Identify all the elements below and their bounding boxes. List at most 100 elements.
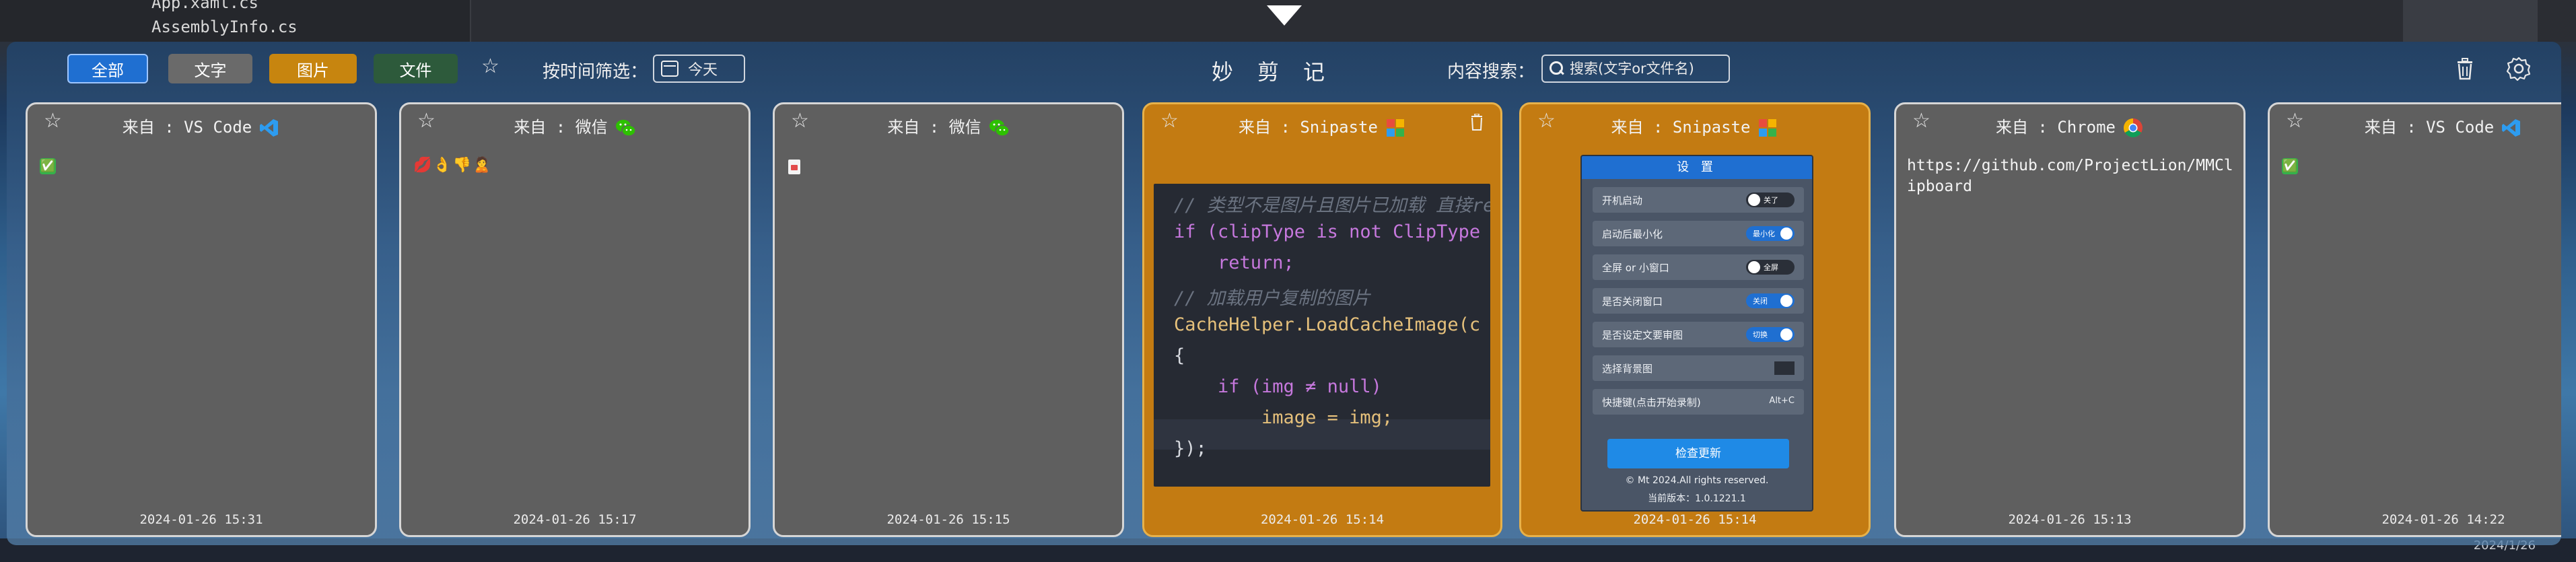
app-title: 妙剪记: [1212, 59, 1350, 85]
trash-icon: [2458, 58, 2472, 80]
code-line: // 加载用户复制的图片: [1174, 288, 1370, 309]
version-text: 当前版本：1.0.1221.1: [1648, 493, 1746, 504]
settings-preview-row: 是否关闭窗口 关闭: [1593, 288, 1804, 314]
toggle-switch: 切换: [1746, 327, 1795, 342]
card-timestamp: 2024-01-26 15:15: [886, 512, 1010, 527]
hotkey-value: Alt+C: [1769, 396, 1795, 406]
chrome-icon: [2124, 118, 2143, 137]
card-source: 来自 : Snipaste: [1144, 114, 1500, 139]
card-source: 来自 : Snipaste: [1521, 114, 1869, 139]
card-source: 来自 : VS Code: [2270, 114, 2561, 139]
code-line: // 类型不是图片且图片已加载 直接re: [1174, 195, 1490, 216]
clip-card[interactable]: ☆ 来自 : Chrome https://github.com/Project…: [1894, 102, 2246, 537]
code-line: CacheHelper.LoadCacheImage(c: [1174, 314, 1481, 335]
favorites-star-icon[interactable]: ☆: [481, 57, 499, 77]
search-label: 内容搜索：: [1447, 62, 1535, 82]
card-source-label: 来自 : VS Code: [2364, 118, 2495, 137]
snipaste-icon: [1759, 119, 1777, 137]
settings-preview-row: 启动后最小化 最小化: [1593, 221, 1804, 246]
ide-file-item[interactable]: AssemblyInfo.cs: [151, 17, 298, 36]
card-timestamp: 2024-01-26 15:14: [1633, 512, 1757, 527]
card-source: 来自 : VS Code: [28, 114, 375, 139]
toggle-knob: [1780, 328, 1792, 341]
card-timestamp: 2024-01-26 15:17: [513, 512, 637, 527]
toggle-knob: [1780, 227, 1792, 240]
clip-text-content: https://github.com/ProjectLion/MMClipboa…: [1907, 157, 2233, 195]
card-timestamp: 2024-01-26 15:31: [139, 512, 263, 527]
clip-card[interactable]: ☆ 来自 : Snipaste // 类型不是图片且图片已加载 直接re if …: [1142, 102, 1502, 537]
checkmark-emoji: ✅: [40, 158, 56, 174]
clip-card[interactable]: ☆ 来自 : Snipaste 设 置 开机启动 关了 启动后最小化 最小化 全屏 …: [1519, 102, 1871, 537]
search-icon: [1550, 61, 1564, 76]
card-timestamp: 2024-01-26 14:22: [2381, 512, 2505, 527]
time-filter-label: 按时间筛选：: [543, 62, 648, 82]
filter-image-button[interactable]: 图片: [269, 54, 357, 83]
code-screenshot-image: // 类型不是图片且图片已加载 直接re if (clipType is not…: [1154, 184, 1490, 487]
ide-file-item[interactable]: App.xaml.cs: [151, 0, 258, 12]
toggle-knob: [1748, 261, 1760, 273]
settings-button[interactable]: [2505, 55, 2532, 82]
search-input[interactable]: [1570, 61, 1725, 77]
date-filter-value: 今天: [688, 62, 718, 79]
ide-minimap: [2403, 0, 2538, 42]
toggle-knob: [1780, 295, 1792, 307]
vscode-icon: [260, 119, 279, 137]
vscode-icon: [2502, 119, 2521, 137]
file-icon: [788, 160, 800, 174]
card-source: 来自 : Chrome: [1896, 114, 2243, 139]
settings-preview-row: 是否设定文要审图 切换: [1593, 322, 1804, 347]
card-source-label: 来自 : Snipaste: [1611, 118, 1751, 137]
filter-all-button[interactable]: 全部: [67, 54, 148, 83]
card-source-label: 来自 : 微信: [887, 118, 981, 137]
toggle-text: 关了: [1764, 196, 1778, 205]
snipaste-icon: [1386, 119, 1404, 137]
card-source: 来自 : 微信: [775, 114, 1122, 139]
card-source-label: 来自 : Chrome: [1995, 118, 2116, 137]
clip-card[interactable]: ☆ 来自 : 微信 2024-01-26 15:15: [773, 102, 1124, 537]
clip-card[interactable]: ☆ 来自 : VS Code ✅ 2024-01-26 14:22: [2268, 102, 2561, 537]
settings-row-label: 是否关闭窗口: [1602, 295, 1663, 308]
check-update-button: 检查更新: [1607, 439, 1789, 468]
code-line: });: [1174, 438, 1207, 459]
clear-all-button[interactable]: [2451, 55, 2478, 82]
emoji-content: 💋👌👎🙎: [413, 157, 493, 174]
code-line: {: [1174, 345, 1185, 366]
bg-thumbnail: [1774, 361, 1795, 375]
code-line: image = img;: [1174, 407, 1393, 428]
date-filter-button[interactable]: 今天: [653, 55, 745, 83]
settings-row-label: 快捷键(点击开始录制): [1602, 396, 1701, 409]
clip-card[interactable]: ☆ 来自 : VS Code ✅ 2024-01-26 15:31: [26, 102, 377, 537]
settings-row-label: 开机启动: [1602, 195, 1643, 207]
clip-card[interactable]: ☆ 来自 : 微信 💋👌👎🙎 2024-01-26 15:17: [399, 102, 751, 537]
settings-preview-row: 选择背景图: [1593, 355, 1804, 381]
settings-preview-row: 开机启动 关了: [1593, 187, 1804, 213]
toggle-text: 最小化: [1753, 230, 1775, 238]
settings-preview-title: 设 置: [1582, 156, 1812, 179]
copyright-text: © Mt 2024.All rights reserved.: [1625, 475, 1769, 486]
gear-icon: [2506, 57, 2531, 81]
card-timestamp: 2024-01-26 15:14: [1260, 512, 1385, 527]
card-source: 来自 : 微信: [401, 114, 749, 139]
toggle-text: 切换: [1753, 330, 1768, 339]
code-line: return;: [1174, 252, 1294, 273]
toolbar: 全部 文字 图片 文件 ☆ 按时间筛选： 今天 妙剪记 内容搜索：: [7, 42, 2561, 96]
filter-text-button[interactable]: 文字: [168, 54, 252, 83]
code-line: if (img ≠ null): [1174, 376, 1382, 397]
calendar-icon: [661, 61, 678, 77]
wechat-icon: [615, 120, 636, 137]
delete-icon[interactable]: [1469, 114, 1484, 131]
wechat-icon: [989, 120, 1010, 137]
search-box[interactable]: [1541, 55, 1730, 83]
settings-preview-row: 全屏 or 小窗口 全屏: [1593, 254, 1804, 280]
toggle-text: 关闭: [1753, 297, 1768, 306]
settings-row-label: 选择背景图: [1602, 363, 1653, 375]
settings-preview-row: 快捷键(点击开始录制) Alt+C: [1593, 389, 1804, 415]
code-line: if (clipType is not ClipType: [1174, 221, 1481, 242]
toggle-switch: 关了: [1746, 192, 1795, 207]
filter-file-button[interactable]: 文件: [374, 54, 458, 83]
collapse-arrow-icon[interactable]: [1267, 5, 1302, 26]
toggle-switch: 最小化: [1746, 226, 1795, 241]
settings-row-label: 启动后最小化: [1602, 228, 1663, 240]
toggle-knob: [1748, 194, 1760, 206]
toggle-switch: 全屏: [1746, 260, 1795, 275]
